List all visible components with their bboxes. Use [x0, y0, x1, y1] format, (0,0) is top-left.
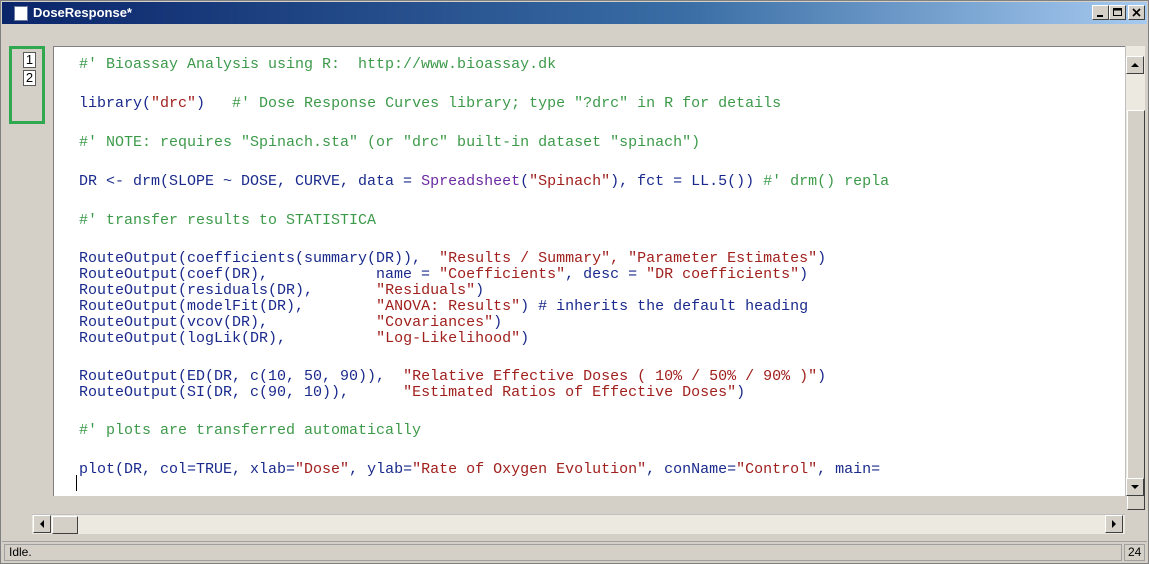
code-line-6: RouteOutput(coefficients(summary(DR)), "…	[79, 251, 826, 267]
document-icon[interactable]	[14, 6, 28, 21]
comment: #' NOTE: requires "Spinach.sta" (or "drc…	[79, 134, 701, 151]
string-token: "Results / Summary", "Parameter Estimate…	[439, 250, 818, 267]
comment: #' drm() repla	[763, 173, 890, 190]
function-token: Spreadsheet	[421, 173, 521, 190]
string-token: "Log-Likelihood"	[376, 330, 521, 347]
code-token: , ylab=	[349, 461, 413, 478]
status-text: Idle.	[4, 544, 1122, 561]
code-token: )	[799, 266, 809, 283]
code-line-2: library("drc") #' Dose Response Curves l…	[79, 96, 781, 112]
line-number-highlight	[9, 46, 45, 124]
code-token: (	[520, 173, 530, 190]
code-line-15: plot(DR, col=TRUE, xlab="Dose", ylab="Ra…	[79, 462, 880, 478]
window-title: DoseResponse*	[33, 5, 132, 20]
string-token: "Coefficients"	[439, 266, 566, 283]
code-line-11: RouteOutput(logLik(DR), "Log-Likelihood"…	[79, 331, 529, 347]
vertical-scrollbar[interactable]	[1125, 46, 1145, 510]
code-token: , conName=	[646, 461, 737, 478]
code-token: )	[520, 330, 530, 347]
code-line-7: RouteOutput(coef(DR), name = "Coefficien…	[79, 267, 808, 283]
code-token: )	[817, 368, 827, 385]
horizontal-scroll-thumb[interactable]	[52, 516, 78, 534]
title-bar[interactable]: DoseResponse*	[2, 2, 1147, 24]
code-token: )	[817, 250, 827, 267]
vertical-scroll-thumb[interactable]	[1127, 110, 1145, 510]
code-line-10: RouteOutput(vcov(DR), "Covariances")	[79, 315, 502, 331]
comment: #' Dose Response Curves library; type "?…	[232, 95, 782, 112]
scroll-down-button[interactable]	[1126, 478, 1144, 496]
code-line-13: RouteOutput(SI(DR, c(90, 10)), "Estimate…	[79, 385, 745, 401]
text-caret	[76, 475, 77, 491]
code-token: )	[493, 314, 503, 331]
horizontal-scrollbar[interactable]	[32, 514, 1125, 534]
code-token: plot(DR, col=TRUE, xlab=	[79, 461, 296, 478]
editor-window: DoseResponse* 1 2 #' Bioassay Analysis u…	[0, 0, 1149, 564]
scroll-right-button[interactable]	[1105, 515, 1123, 533]
code-line-8: RouteOutput(residuals(DR), "Residuals")	[79, 283, 484, 299]
string-token: "drc"	[151, 95, 197, 112]
string-token: "Rate of Oxygen Evolution"	[412, 461, 647, 478]
code-token: RouteOutput(ED(DR, c(10, 50, 90)),	[79, 368, 404, 385]
minimize-button[interactable]	[1092, 5, 1109, 20]
status-bar: Idle. 24	[2, 541, 1147, 563]
code-token: ) # inherits the default heading	[520, 298, 809, 315]
code-area[interactable]: #' Bioassay Analysis using R: http://www…	[79, 57, 889, 478]
status-line-indicator: 24	[1124, 544, 1145, 561]
string-token: "Covariances"	[376, 314, 494, 331]
code-token: RouteOutput(vcov(DR),	[79, 314, 377, 331]
close-button[interactable]	[1128, 5, 1145, 20]
code-token: DR <- drm(SLOPE ~ DOSE, CURVE, data =	[79, 173, 422, 190]
code-token: RouteOutput(SI(DR, c(90, 10)),	[79, 384, 404, 401]
string-token: "ANOVA: Results"	[376, 298, 521, 315]
code-token: , main=	[817, 461, 881, 478]
code-line-3: #' NOTE: requires "Spinach.sta" (or "drc…	[79, 135, 700, 151]
code-line-1: #' Bioassay Analysis using R: http://www…	[79, 57, 556, 73]
code-token: )	[736, 384, 746, 401]
code-token: RouteOutput(coefficients(summary(DR)),	[79, 250, 440, 267]
code-token: RouteOutput(residuals(DR),	[79, 282, 377, 299]
code-editor[interactable]: #' Bioassay Analysis using R: http://www…	[53, 46, 1125, 496]
code-line-5: #' transfer results to STATISTICA	[79, 213, 376, 229]
string-token: "Control"	[736, 461, 818, 478]
string-token: "Relative Effective Doses ( 10% / 50% / …	[403, 368, 818, 385]
code-line-12: RouteOutput(ED(DR, c(10, 50, 90)), "Rela…	[79, 369, 826, 385]
code-token: ), fct = LL.5())	[610, 173, 764, 190]
code-token: )	[196, 95, 233, 112]
arrow-up-icon	[1131, 63, 1139, 67]
arrow-left-icon	[40, 520, 44, 528]
maximize-icon	[1113, 8, 1122, 16]
scroll-left-button[interactable]	[33, 515, 51, 533]
arrow-right-icon	[1112, 520, 1116, 528]
string-token: "Residuals"	[376, 282, 476, 299]
code-token: , desc =	[565, 266, 647, 283]
minimize-icon	[1097, 15, 1103, 17]
code-token: library(	[79, 95, 152, 112]
comment: #' transfer results to STATISTICA	[79, 212, 377, 229]
arrow-down-icon	[1131, 485, 1139, 489]
scroll-up-button[interactable]	[1126, 56, 1144, 74]
close-icon	[1132, 8, 1141, 17]
code-line-4: DR <- drm(SLOPE ~ DOSE, CURVE, data = Sp…	[79, 174, 889, 190]
code-token: RouteOutput(modelFit(DR),	[79, 298, 377, 315]
comment: #' Bioassay Analysis using R: http://www…	[79, 56, 557, 73]
string-token: "Spinach"	[529, 173, 611, 190]
string-token: "DR coefficients"	[646, 266, 800, 283]
code-token: RouteOutput(coef(DR), name =	[79, 266, 440, 283]
code-line-9: RouteOutput(modelFit(DR), "ANOVA: Result…	[79, 299, 808, 315]
code-token: )	[475, 282, 485, 299]
code-line-14: #' plots are transferred automatically	[79, 423, 421, 439]
maximize-button[interactable]	[1109, 5, 1126, 20]
code-token: RouteOutput(logLik(DR),	[79, 330, 377, 347]
comment: #' plots are transferred automatically	[79, 422, 422, 439]
string-token: "Estimated Ratios of Effective Doses"	[403, 384, 737, 401]
string-token: "Dose"	[295, 461, 350, 478]
